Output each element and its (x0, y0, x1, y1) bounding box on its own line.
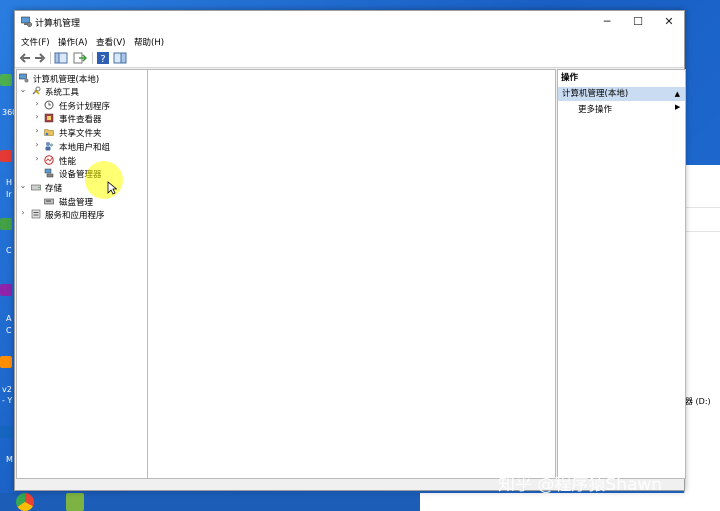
taskbar-area (420, 493, 720, 511)
performance-icon (44, 155, 54, 165)
watermark: 知乎 @程序猿Shawn (498, 475, 663, 495)
tree-label: 存储 (45, 184, 63, 194)
title-bar[interactable]: 计算机管理 ─ ☐ ✕ (15, 11, 684, 33)
desktop-label: v2 (2, 385, 12, 394)
action-pane: 操作 计算机管理(本地) ▲ 更多操作 ▶ (557, 69, 686, 479)
desktop-label: H (6, 178, 13, 187)
chevron-right-icon[interactable]: › (33, 154, 41, 163)
clock-icon (44, 100, 54, 110)
tree-label: 任务计划程序 (59, 102, 111, 112)
desktop-label: M (6, 455, 13, 464)
navigation-tree[interactable]: 计算机管理(本地) ⌄ 系统工具 › 任务计划程序 › 事件查看器 › 共享文件… (16, 69, 148, 479)
show-tree-icon[interactable] (54, 51, 68, 65)
close-button[interactable]: ✕ (653, 11, 685, 33)
action-section-label: 计算机管理(本地) (562, 89, 629, 99)
desktop-label: A (6, 314, 12, 323)
tree-label: 计算机管理(本地) (33, 75, 100, 85)
chevron-right-icon[interactable]: › (33, 140, 41, 149)
action-section-header[interactable]: 计算机管理(本地) ▲ (558, 87, 685, 101)
cursor-highlight (85, 161, 123, 199)
tree-label: 系统工具 (45, 88, 80, 98)
tree-label: 本地用户和组 (59, 143, 111, 153)
desktop-app-icon[interactable] (0, 284, 12, 296)
desktop-label: C (6, 246, 12, 255)
tree-label: 服务和应用程序 (45, 211, 105, 221)
divider (685, 207, 720, 208)
chevron-down-icon[interactable]: ⌄ (19, 181, 27, 190)
menu-action[interactable]: 操作(A) (58, 36, 87, 48)
menu-file[interactable]: 文件(F) (21, 36, 50, 48)
shared-folder-icon (44, 129, 54, 136)
chrome-icon[interactable] (16, 493, 34, 511)
action-pane-title: 操作 (561, 73, 579, 83)
desktop-app-icon[interactable] (0, 356, 12, 368)
device-manager-icon (44, 168, 54, 178)
submenu-arrow-icon[interactable]: ▶ (675, 103, 680, 111)
chevron-right-icon[interactable]: › (33, 112, 41, 121)
tree-label: 磁盘管理 (59, 198, 94, 208)
tree-label: 事件查看器 (59, 115, 102, 125)
desktop-label: - Y (2, 396, 13, 405)
show-action-pane-icon[interactable] (113, 51, 127, 65)
taskbar (0, 493, 420, 511)
toolbar-separator (50, 52, 51, 64)
computer-management-icon (21, 16, 32, 27)
content-pane[interactable] (147, 69, 556, 479)
toolbar: ? (15, 49, 684, 68)
chevron-right-icon[interactable]: › (33, 99, 41, 108)
back-arrow-icon[interactable] (18, 51, 32, 65)
mouse-cursor-icon (107, 181, 117, 195)
help-icon[interactable]: ? (96, 51, 110, 65)
forward-arrow-icon[interactable] (33, 51, 47, 65)
maximize-button[interactable]: ☐ (622, 11, 654, 33)
computer-management-window[interactable]: 计算机管理 ─ ☐ ✕ 文件(F) 操作(A) 查看(V) 帮助(H) ? 计算… (14, 10, 686, 491)
export-list-icon[interactable] (73, 51, 87, 65)
toolbar-separator (92, 52, 93, 64)
services-icon (31, 209, 41, 219)
collapse-arrow-icon[interactable]: ▲ (675, 87, 680, 101)
menu-bar: 文件(F) 操作(A) 查看(V) 帮助(H) (15, 33, 684, 49)
desktop-label: C (6, 326, 12, 335)
storage-icon (31, 184, 41, 191)
desktop-label: Ir (6, 190, 12, 199)
desktop-app-icon[interactable] (0, 426, 12, 438)
tree-label: 共享文件夹 (59, 129, 102, 139)
menu-help[interactable]: 帮助(H) (134, 36, 164, 48)
tree-label: 性能 (59, 157, 77, 167)
window-title: 计算机管理 (35, 19, 81, 29)
users-icon (45, 142, 53, 151)
chevron-right-icon[interactable]: › (33, 126, 41, 135)
desktop-app-icon[interactable] (0, 150, 12, 162)
chevron-down-icon[interactable]: ⌄ (19, 85, 27, 94)
event-log-icon (44, 113, 54, 123)
tools-icon (32, 86, 41, 95)
disk-icon (44, 198, 54, 205)
divider (685, 231, 720, 232)
desktop-app-icon[interactable] (0, 74, 12, 86)
computer-management-icon (19, 73, 29, 83)
background-window[interactable]: 动器 (D:) (677, 165, 720, 511)
menu-view[interactable]: 查看(V) (96, 36, 125, 48)
minimize-button[interactable]: ─ (591, 11, 623, 33)
desktop-app-icon[interactable] (0, 218, 12, 230)
svg-text:?: ? (100, 54, 105, 65)
chevron-right-icon[interactable]: › (19, 208, 27, 217)
app-icon[interactable] (66, 493, 84, 511)
more-actions-item[interactable]: 更多操作 (578, 103, 612, 115)
